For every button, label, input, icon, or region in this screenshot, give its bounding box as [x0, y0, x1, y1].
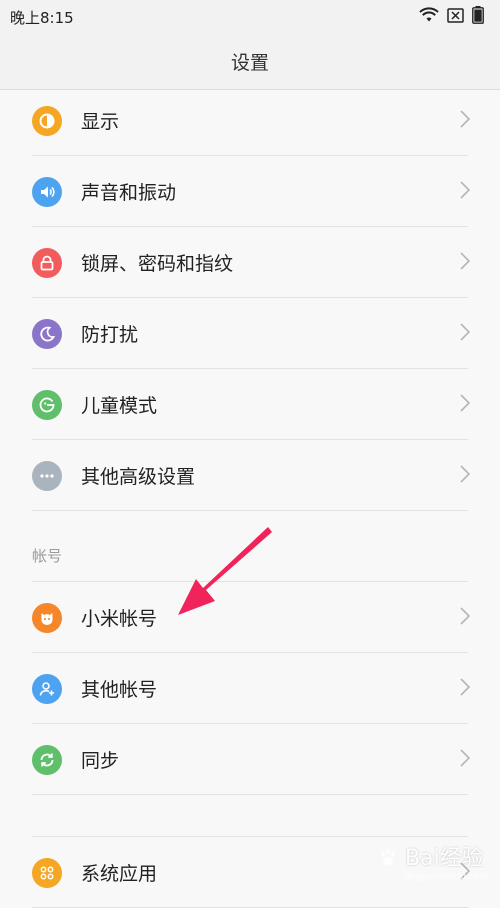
battery-icon [472, 6, 484, 28]
user-add-icon [32, 673, 62, 704]
watermark-text: Bai经验 [404, 846, 484, 871]
section-spacer [0, 795, 500, 837]
settings-item-sync[interactable]: 同步 [0, 724, 500, 795]
lock-icon [32, 247, 62, 278]
section-header-label: 帐号 [32, 547, 63, 565]
paw-icon [377, 847, 399, 875]
chevron-right-icon [460, 180, 471, 203]
display-icon [32, 105, 62, 136]
apps-grid-icon [32, 857, 62, 888]
chevron-right-icon [460, 748, 471, 771]
settings-item-label: 锁屏、密码和指纹 [81, 253, 234, 275]
settings-item-label: 系统应用 [81, 863, 158, 885]
chevron-right-icon [460, 251, 471, 274]
settings-list: 显示 声音和振动 锁屏、密码和指纹 防打扰 儿童模式 其他高级设置 帐号 小米帐… [0, 85, 500, 908]
chevron-right-icon [460, 393, 471, 416]
chevron-right-icon [460, 109, 471, 132]
status-icons [419, 6, 484, 28]
page-title: 设置 [230, 52, 269, 74]
chevron-right-icon [460, 322, 471, 345]
settings-item-label: 防打扰 [81, 324, 139, 346]
settings-item-sound[interactable]: 声音和振动 [0, 156, 500, 227]
speaker-icon [32, 176, 62, 207]
settings-item-lock[interactable]: 锁屏、密码和指纹 [0, 227, 500, 298]
mi-account-icon [32, 602, 62, 633]
moon-icon [32, 318, 62, 349]
watermark-subtext: jingyan.baidu.com [404, 872, 488, 882]
status-bar: 晚上8:15 [0, 0, 500, 34]
baidu-watermark: Bai经验 jingyan.baidu.com [377, 840, 488, 882]
settings-item-label: 显示 [81, 111, 120, 133]
settings-item-label: 同步 [81, 750, 120, 772]
wifi-icon [419, 7, 439, 27]
settings-item-other-accounts[interactable]: 其他帐号 [0, 653, 500, 724]
sync-icon [32, 744, 62, 775]
settings-item-display[interactable]: 显示 [0, 85, 500, 156]
settings-item-mi-account[interactable]: 小米帐号 [0, 582, 500, 653]
child-mode-icon [32, 389, 62, 420]
chevron-right-icon [460, 606, 471, 629]
status-time: 晚上8:15 [10, 8, 74, 27]
no-sim-icon [447, 7, 464, 27]
settings-item-label: 声音和振动 [81, 182, 177, 204]
settings-item-child-mode[interactable]: 儿童模式 [0, 369, 500, 440]
settings-item-label: 其他高级设置 [81, 466, 196, 488]
settings-item-do-not-disturb[interactable]: 防打扰 [0, 298, 500, 369]
page-title-bar: 设置 [0, 34, 500, 90]
section-header-accounts: 帐号 [0, 511, 500, 582]
chevron-right-icon [460, 677, 471, 700]
settings-item-advanced[interactable]: 其他高级设置 [0, 440, 500, 511]
settings-item-label: 小米帐号 [81, 608, 158, 630]
settings-item-label: 其他帐号 [81, 679, 158, 701]
more-dots-icon [32, 460, 62, 491]
chevron-right-icon [460, 464, 471, 487]
settings-item-label: 儿童模式 [81, 395, 158, 417]
